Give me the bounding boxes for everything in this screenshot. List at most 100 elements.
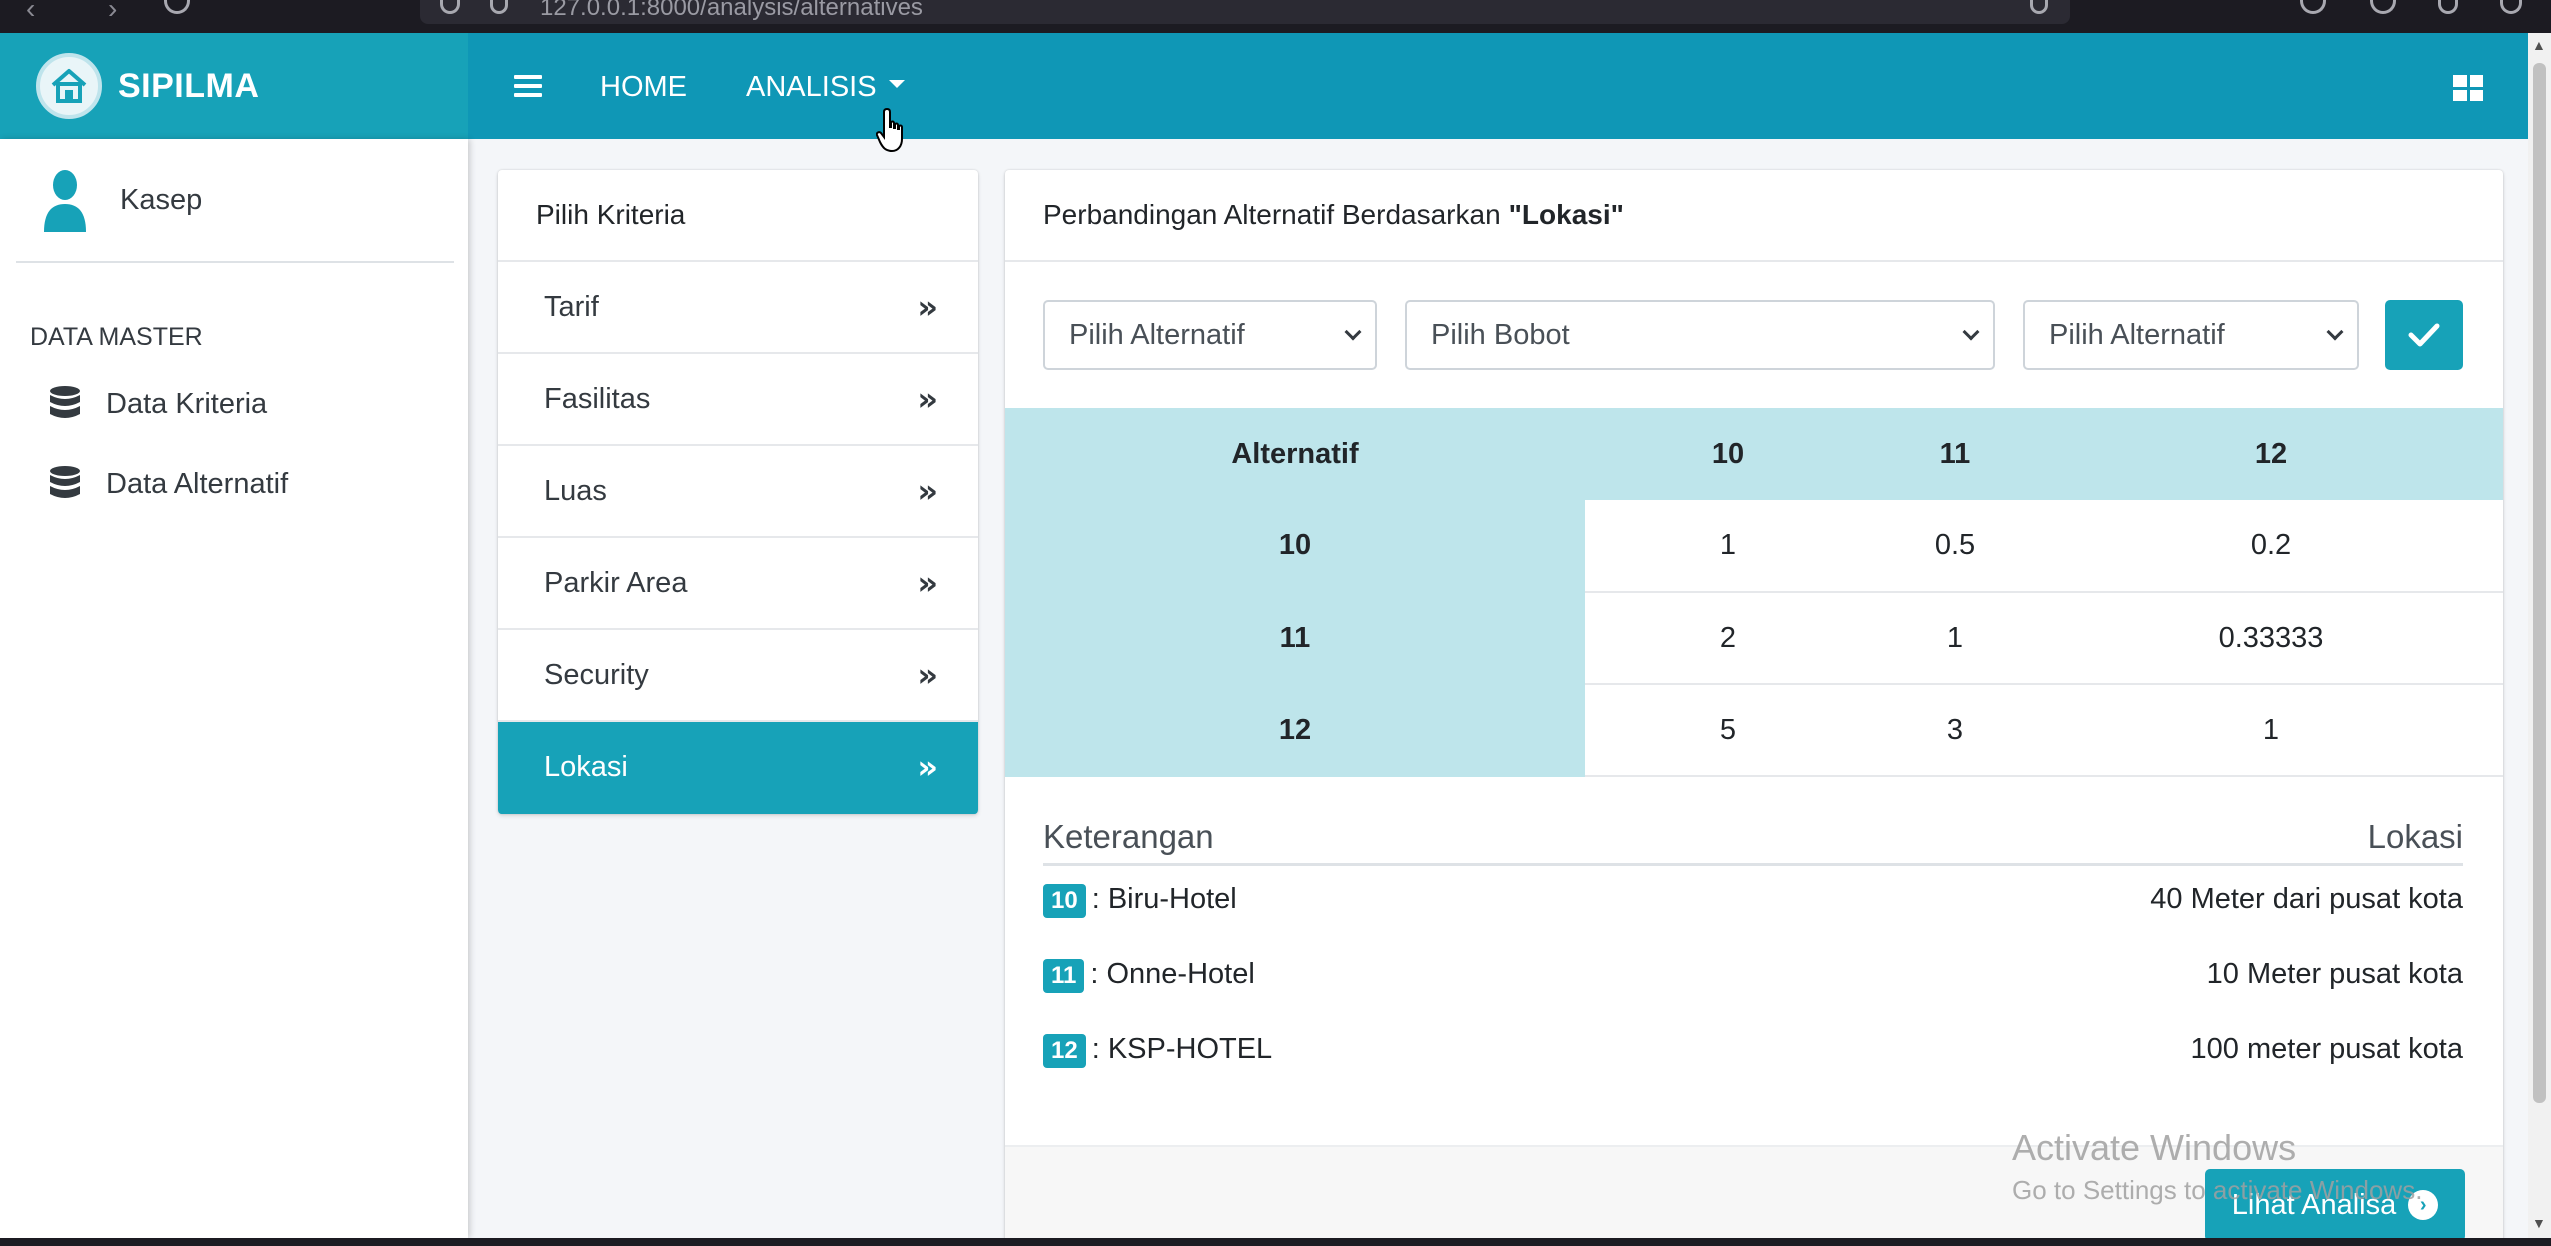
reload-icon[interactable] — [164, 0, 190, 14]
lihat-analisa-button[interactable]: Lihat Analisa › — [2205, 1169, 2465, 1238]
shield-icon — [440, 0, 460, 14]
double-chevron-right-icon: » — [917, 748, 938, 786]
double-chevron-right-icon: » — [917, 656, 938, 694]
alternative-name: : KSP-HOTEL — [1091, 1033, 1273, 1065]
alternative-id-badge: 12 — [1043, 1034, 1086, 1068]
sidebar-item-data-alternatif[interactable]: Data Alternatif — [48, 465, 288, 503]
nav-analisis-label: ANALISIS — [746, 71, 877, 103]
hamburger-menu-icon[interactable] — [514, 75, 542, 97]
kriteria-item-label: Luas — [544, 474, 607, 507]
forward-arrow-icon[interactable]: › — [108, 0, 117, 23]
matrix-cell: 1 — [1871, 592, 2039, 685]
sidebar-item-data-kriteria[interactable]: Data Kriteria — [48, 385, 267, 423]
url-text: 127.0.0.1:8000/analysis/alternatives — [540, 0, 923, 21]
database-icon — [50, 466, 80, 498]
brand-name: SIPILMA — [118, 66, 260, 105]
submit-comparison-button[interactable] — [2385, 300, 2463, 370]
comparison-criterion: "Lokasi" — [1508, 199, 1624, 230]
list-item: 11: Onne-Hotel 10 Meter pusat kota — [1043, 958, 2463, 993]
matrix-row-header: 10 — [1005, 500, 1585, 593]
chevron-down-icon — [2326, 323, 2344, 341]
double-chevron-right-icon: » — [917, 288, 938, 326]
alternative-value: 10 Meter pusat kota — [2206, 958, 2463, 990]
kriteria-item-lokasi[interactable]: Lokasi » — [498, 722, 978, 814]
sidebar-item-label: Data Alternatif — [106, 467, 289, 500]
kriteria-item-fasilitas[interactable]: Fasilitas » — [498, 354, 978, 446]
matrix-header-row: Alternatif 10 11 12 — [1005, 408, 2503, 500]
user-avatar-icon — [44, 170, 86, 232]
alternative-name: : Onne-Hotel — [1090, 958, 1255, 990]
extension-icon[interactable] — [2300, 0, 2326, 14]
account-icon[interactable] — [2370, 0, 2396, 14]
matrix-cell: 0.33333 — [2039, 592, 2503, 685]
alternative-id-badge: 11 — [1043, 959, 1085, 993]
select-value: Pilih Alternatif — [2049, 318, 2225, 351]
home-logo-icon — [36, 53, 102, 119]
kriteria-item-label: Tarif — [544, 290, 599, 323]
sidebar-item-label: Data Kriteria — [106, 387, 268, 420]
page-scrollbar[interactable]: ▲ ▼ — [2528, 33, 2551, 1238]
list-item: 10: Biru-Hotel 40 Meter dari pusat kota — [1043, 883, 2463, 918]
comparison-card-footer: Lihat Analisa › — [1005, 1145, 2503, 1238]
user-name: Kasep — [120, 183, 203, 216]
bookmark-icon[interactable] — [2030, 0, 2048, 14]
matrix-cell: 1 — [1585, 500, 1871, 593]
table-row: 12 5 3 1 — [1005, 684, 2503, 777]
comparison-card: Perbandingan Alternatif Berdasarkan "Lok… — [1005, 170, 2503, 1238]
menu-icon[interactable] — [2500, 0, 2522, 14]
comparison-card-title: Perbandingan Alternatif Berdasarkan "Lok… — [1005, 170, 2503, 262]
kriteria-item-label: Fasilitas — [544, 382, 651, 415]
double-chevron-right-icon: » — [917, 380, 938, 418]
keterangan-alternative: 11: Onne-Hotel — [1043, 958, 1255, 993]
taskbar-edge — [0, 1238, 2551, 1246]
matrix-cell: 0.5 — [1871, 500, 2039, 593]
kriteria-item-parkir-area[interactable]: Parkir Area » — [498, 538, 978, 630]
chevron-circle-right-icon: › — [2408, 1190, 2439, 1220]
matrix-row-header: 12 — [1005, 684, 1585, 777]
nav-home[interactable]: HOME — [600, 71, 687, 104]
matrix-cell: 3 — [1871, 684, 2039, 777]
select-alternatif-right[interactable]: Pilih Alternatif — [2023, 300, 2359, 370]
keterangan-title: Keterangan — [1043, 818, 1214, 855]
kriteria-item-tarif[interactable]: Tarif » — [498, 262, 978, 354]
alternative-name: : Biru-Hotel — [1091, 883, 1237, 915]
chevron-down-icon — [1962, 323, 1980, 341]
top-navbar: HOME ANALISIS — [468, 33, 2528, 139]
list-item: 12: KSP-HOTEL 100 meter pusat kota — [1043, 1033, 2463, 1068]
check-icon — [2408, 323, 2440, 347]
brand-link[interactable]: SIPILMA — [0, 33, 468, 139]
fullscreen-grid-icon[interactable] — [2453, 75, 2483, 101]
comparison-matrix: Alternatif 10 11 12 10 1 0.5 0.2 11 2 1 — [1005, 408, 2503, 777]
extensions-icon[interactable] — [2438, 0, 2458, 14]
kriteria-item-label: Security — [544, 658, 649, 691]
app-window: SIPILMA HOME ANALISIS Kasep DATA MASTER … — [0, 33, 2528, 1238]
address-bar[interactable]: 127.0.0.1:8000/analysis/alternatives — [420, 0, 2070, 24]
user-panel[interactable]: Kasep — [16, 139, 454, 263]
matrix-cell: 1 — [2039, 684, 2503, 777]
menu-header-data-master: DATA MASTER — [30, 323, 203, 351]
alternative-id-badge: 10 — [1043, 884, 1086, 918]
scroll-up-icon[interactable]: ▲ — [2532, 37, 2546, 53]
caret-down-icon — [888, 80, 905, 89]
alternative-value: 40 Meter dari pusat kota — [2150, 883, 2463, 915]
kriteria-item-security[interactable]: Security » — [498, 630, 978, 722]
select-alternatif-left[interactable]: Pilih Alternatif — [1043, 300, 1377, 370]
comparison-title-prefix: Perbandingan Alternatif Berdasarkan — [1043, 199, 1501, 230]
matrix-col-header: 10 — [1585, 408, 1871, 500]
kriteria-item-luas[interactable]: Luas » — [498, 446, 978, 538]
nav-analisis-dropdown[interactable]: ANALISIS — [746, 71, 905, 104]
matrix-cell: 5 — [1585, 684, 1871, 777]
hand-cursor-icon — [876, 107, 903, 153]
keterangan-header: Keterangan Lokasi — [1043, 818, 2463, 866]
matrix-col-header: 12 — [2039, 408, 2503, 500]
alternative-value: 100 meter pusat kota — [2190, 1033, 2463, 1065]
select-value: Pilih Bobot — [1431, 318, 1570, 351]
back-arrow-icon[interactable]: ‹ — [26, 0, 35, 23]
kriteria-item-label: Parkir Area — [544, 566, 688, 599]
scroll-down-icon[interactable]: ▼ — [2532, 1215, 2546, 1231]
browser-toolbar: ‹ › 127.0.0.1:8000/analysis/alternatives — [0, 0, 2551, 33]
page-icon — [490, 0, 508, 14]
chevron-down-icon — [1344, 323, 1362, 341]
select-bobot[interactable]: Pilih Bobot — [1405, 300, 1995, 370]
scrollbar-thumb[interactable] — [2533, 63, 2546, 1103]
